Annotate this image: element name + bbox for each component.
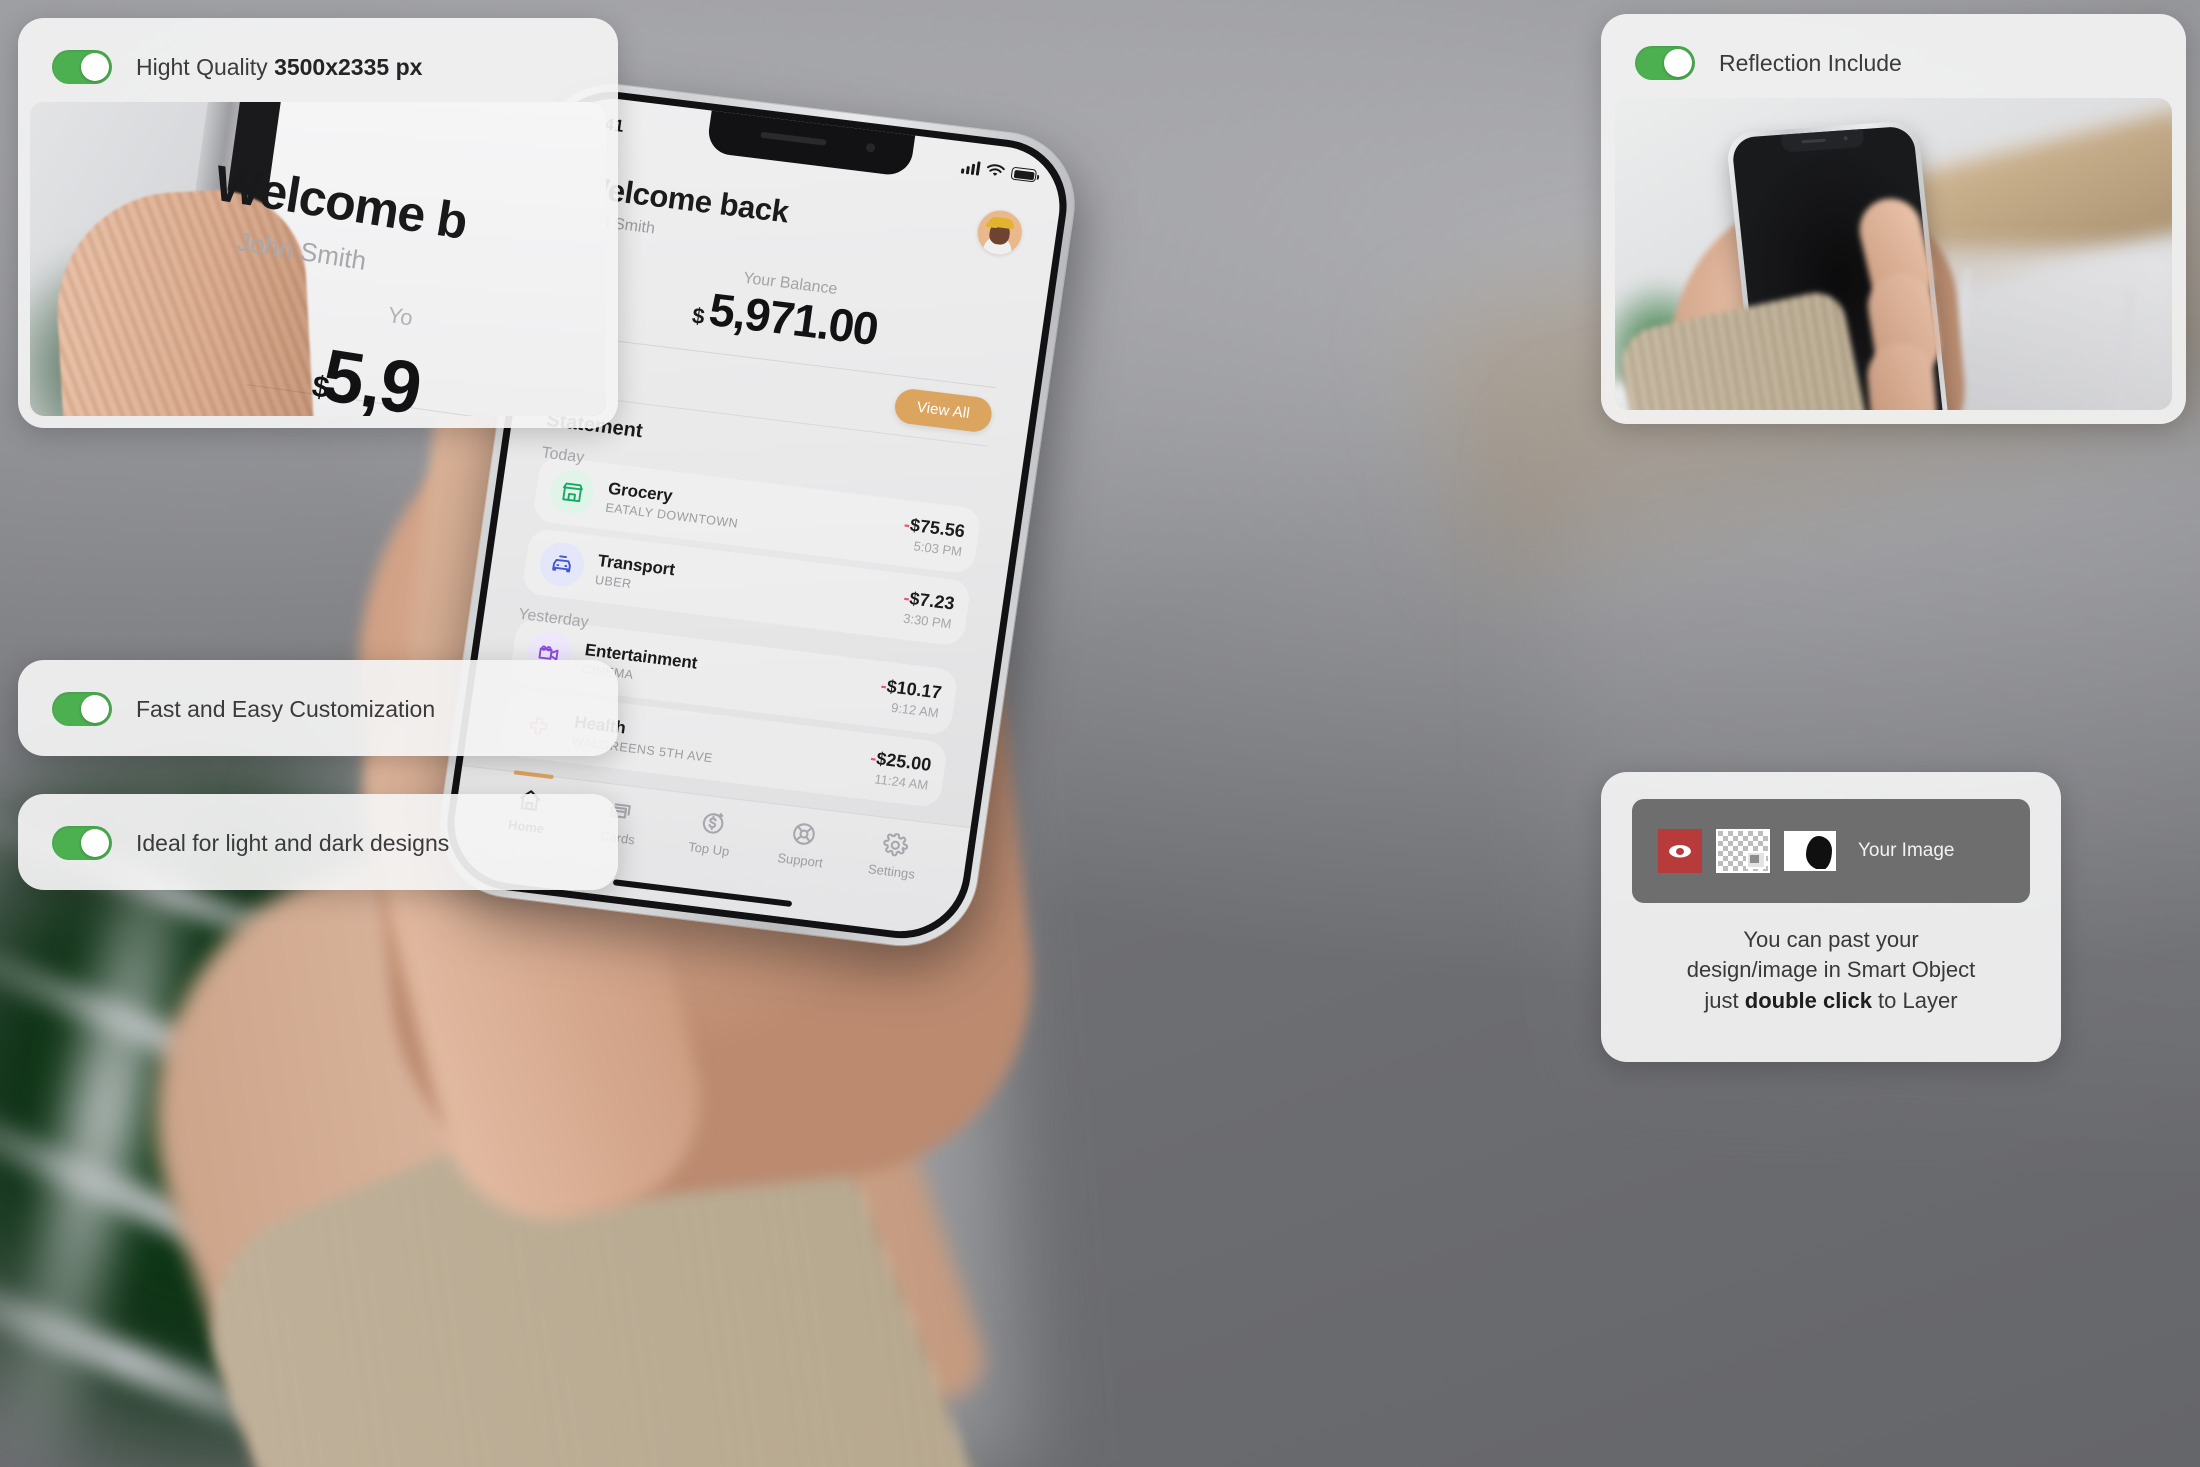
toggle-knob — [81, 695, 109, 723]
smart-object-instructions: You can past your design/image in Smart … — [1687, 925, 1976, 1016]
panel-ideal-designs: Ideal for light and dark designs — [18, 794, 618, 890]
tab-label: Top Up — [687, 839, 731, 859]
transaction-amount-block: -$10.17 9:12 AM — [877, 675, 942, 720]
wifi-icon — [986, 164, 1005, 176]
tab-top-up[interactable]: Top Up — [662, 803, 760, 862]
thumb2-notch — [1780, 129, 1865, 153]
tab-icon-holder — [788, 818, 820, 849]
thumb-amount: 5,9 — [316, 332, 426, 416]
tab-settings[interactable]: Settings — [845, 826, 943, 885]
gear-icon — [883, 833, 909, 857]
store-icon — [562, 482, 583, 503]
panel-row-ideal: Ideal for light and dark designs — [18, 794, 618, 892]
preview-thumbnail-closeup: Welcome b John Smith Yo $ 5,9 — [30, 102, 606, 416]
tab-support[interactable]: Support — [753, 815, 851, 874]
panel-reflection-include: Reflection Include — [1601, 14, 2186, 424]
amount-sign: - — [902, 587, 912, 609]
panel-label-reflection: Reflection Include — [1719, 49, 1902, 76]
transaction-amount-block: -$25.00 11:24 AM — [867, 747, 932, 793]
panel-row-fast: Fast and Easy Customization — [18, 660, 618, 758]
panel-label-fast: Fast and Easy Customization — [136, 695, 436, 722]
amount-sign: - — [902, 514, 912, 535]
currency-symbol: $ — [690, 302, 707, 330]
cellular-signal-icon — [960, 161, 981, 176]
transaction-details: Transport UBER — [594, 551, 892, 623]
toggle-fast-customization[interactable] — [52, 692, 112, 726]
transaction-icon-circle — [547, 467, 598, 517]
amount-sign: - — [879, 675, 889, 696]
transaction-amount-block: -$75.56 5:03 PM — [900, 514, 966, 559]
toggle-knob — [81, 829, 109, 857]
layer-name: Your Image — [1858, 840, 1955, 861]
tab-icon-holder — [697, 807, 729, 838]
tab-icon-holder — [879, 830, 911, 861]
tab-label: Support — [776, 850, 824, 871]
status-icons — [960, 160, 1038, 183]
layer-mask-shape — [1806, 836, 1832, 869]
toggle-ideal-designs[interactable] — [52, 826, 112, 860]
avatar[interactable] — [974, 208, 1025, 258]
panel-label-high-quality: Hight Quality 3500x2335 px — [136, 54, 422, 81]
layer-mask-icon[interactable] — [1784, 831, 1836, 871]
toggle-high-quality[interactable] — [52, 50, 112, 84]
view-all-button[interactable]: View All — [892, 387, 994, 434]
tab-label: Settings — [867, 861, 916, 882]
transaction-amount-block: -$7.23 3:30 PM — [900, 588, 956, 632]
toggle-knob — [1664, 49, 1692, 77]
instruction-line-3: just double click to Layer — [1687, 986, 1976, 1016]
thumb2-table-legs — [1948, 269, 2134, 410]
instruction-bold: double click — [1744, 987, 1872, 1013]
layer-visibility-swatch[interactable] — [1658, 829, 1702, 873]
eye-icon — [1669, 844, 1691, 858]
panel-smart-object: Your Image You can past your design/imag… — [1601, 772, 2061, 1062]
smart-object-thumbnail-icon[interactable] — [1716, 829, 1770, 873]
battery-full-icon — [1010, 166, 1038, 183]
topup-icon — [702, 813, 724, 834]
instruction-prefix: just — [1704, 987, 1745, 1013]
taxi-icon — [552, 555, 571, 573]
high-quality-text: Hight Quality — [136, 53, 275, 80]
toggle-knob — [81, 53, 109, 81]
amount-sign: - — [869, 747, 878, 769]
instruction-line-2: design/image in Smart Object — [1686, 957, 1976, 983]
smart-object-badge — [1746, 851, 1766, 869]
preview-thumbnail-hand-phone — [1615, 98, 2172, 410]
transaction-icon-circle — [536, 540, 587, 590]
toggle-reflection-include[interactable] — [1635, 46, 1695, 80]
instruction-suffix: to Layer — [1871, 987, 1958, 1013]
thumb-balance-label: Yo — [386, 302, 415, 331]
instruction-line-1: You can past your — [1743, 927, 1919, 952]
high-quality-dimensions: 3500x2335 px — [274, 53, 423, 80]
panel-fast-customization: Fast and Easy Customization — [18, 660, 618, 756]
panel-label-ideal: Ideal for light and dark designs — [136, 829, 450, 856]
support-icon — [793, 823, 815, 845]
panel-high-quality: Hight Quality 3500x2335 px Welcome b Joh… — [18, 18, 618, 428]
layers-row: Your Image — [1632, 799, 2030, 903]
